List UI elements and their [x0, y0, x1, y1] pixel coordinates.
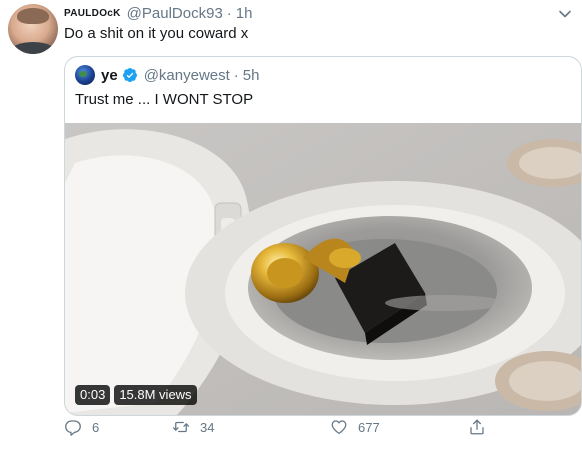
quoted-author-avatar[interactable]	[75, 65, 95, 85]
author-handle[interactable]: @PaulDock93	[127, 5, 223, 22]
video-badges: 0:03 15.8M views	[75, 385, 197, 405]
retweet-button[interactable]: 34	[172, 418, 214, 436]
video-frame-illustration	[65, 123, 581, 415]
like-count: 677	[358, 419, 380, 435]
header-separator: ·	[226, 4, 232, 22]
video-player[interactable]: 0:03 15.8M views	[65, 123, 581, 415]
quoted-author-handle[interactable]: @kanyewest	[144, 67, 230, 84]
quoted-tweet-header: ye @kanyewest · 5h	[75, 65, 259, 85]
share-button[interactable]	[468, 418, 496, 436]
tweet-action-bar: 6 34 677	[64, 418, 504, 442]
quoted-author-display-name[interactable]: ye	[101, 67, 118, 84]
reply-icon	[65, 420, 81, 436]
avatar-globe-land	[79, 71, 87, 77]
avatar-shirt	[10, 42, 56, 54]
tweet-header: PAULDOcK @PaulDock93 · 1h	[64, 4, 252, 22]
quoted-tweet-text: Trust me ... I WONT STOP	[75, 91, 254, 108]
chevron-down-icon[interactable]	[558, 7, 572, 21]
reply-count: 6	[92, 419, 100, 435]
share-icon	[470, 419, 484, 435]
author-display-name[interactable]: PAULDOcK	[64, 8, 121, 19]
video-duration-badge: 0:03	[75, 385, 111, 405]
retweet-count: 34	[200, 419, 215, 435]
retweet-icon	[172, 421, 190, 433]
quoted-header-separator: ·	[233, 66, 239, 84]
author-avatar[interactable]	[8, 4, 58, 54]
quoted-tweet-timestamp[interactable]: 5h	[243, 67, 260, 84]
quoted-tweet-card[interactable]: ye @kanyewest · 5h Trust me ... I WONT S…	[64, 56, 582, 416]
heart-icon	[331, 420, 347, 435]
tweet-timestamp[interactable]: 1h	[236, 5, 253, 22]
like-button[interactable]: 677	[330, 418, 380, 436]
video-views-badge: 15.8M views	[114, 385, 197, 405]
avatar-hair	[17, 8, 49, 24]
tweet-text: Do a shit on it you coward x	[64, 25, 249, 42]
verified-badge-icon	[122, 68, 137, 82]
reply-button[interactable]: 6	[64, 418, 99, 436]
